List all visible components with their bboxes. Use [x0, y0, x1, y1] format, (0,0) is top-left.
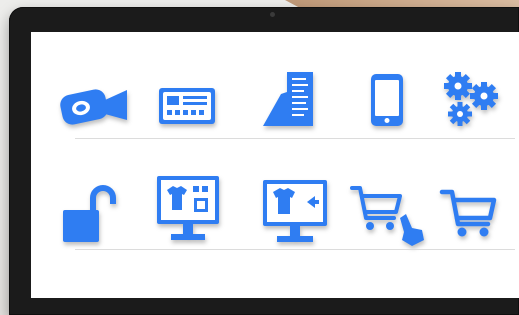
icon-row-2 — [31, 162, 519, 257]
monitor-shirt-options-icon[interactable] — [157, 176, 219, 244]
row-divider — [75, 138, 515, 139]
monitor-shirt-arrow-icon[interactable] — [263, 180, 327, 244]
tablet-screen — [31, 32, 519, 298]
video-camera-icon[interactable] — [59, 86, 129, 125]
tablet-device-icon[interactable] — [371, 74, 403, 126]
hand-receipt-icon[interactable] — [263, 72, 315, 126]
shopping-cart-icon[interactable] — [439, 188, 497, 238]
row-divider — [75, 249, 515, 250]
unlocked-padlock-icon[interactable] — [63, 184, 116, 244]
cart-touch-icon[interactable] — [350, 184, 426, 246]
tablet-frame — [9, 7, 519, 315]
icon-row-1 — [31, 52, 519, 132]
gears-icon[interactable] — [442, 72, 500, 128]
card-terminal-icon[interactable] — [159, 88, 215, 124]
front-camera — [270, 12, 275, 17]
